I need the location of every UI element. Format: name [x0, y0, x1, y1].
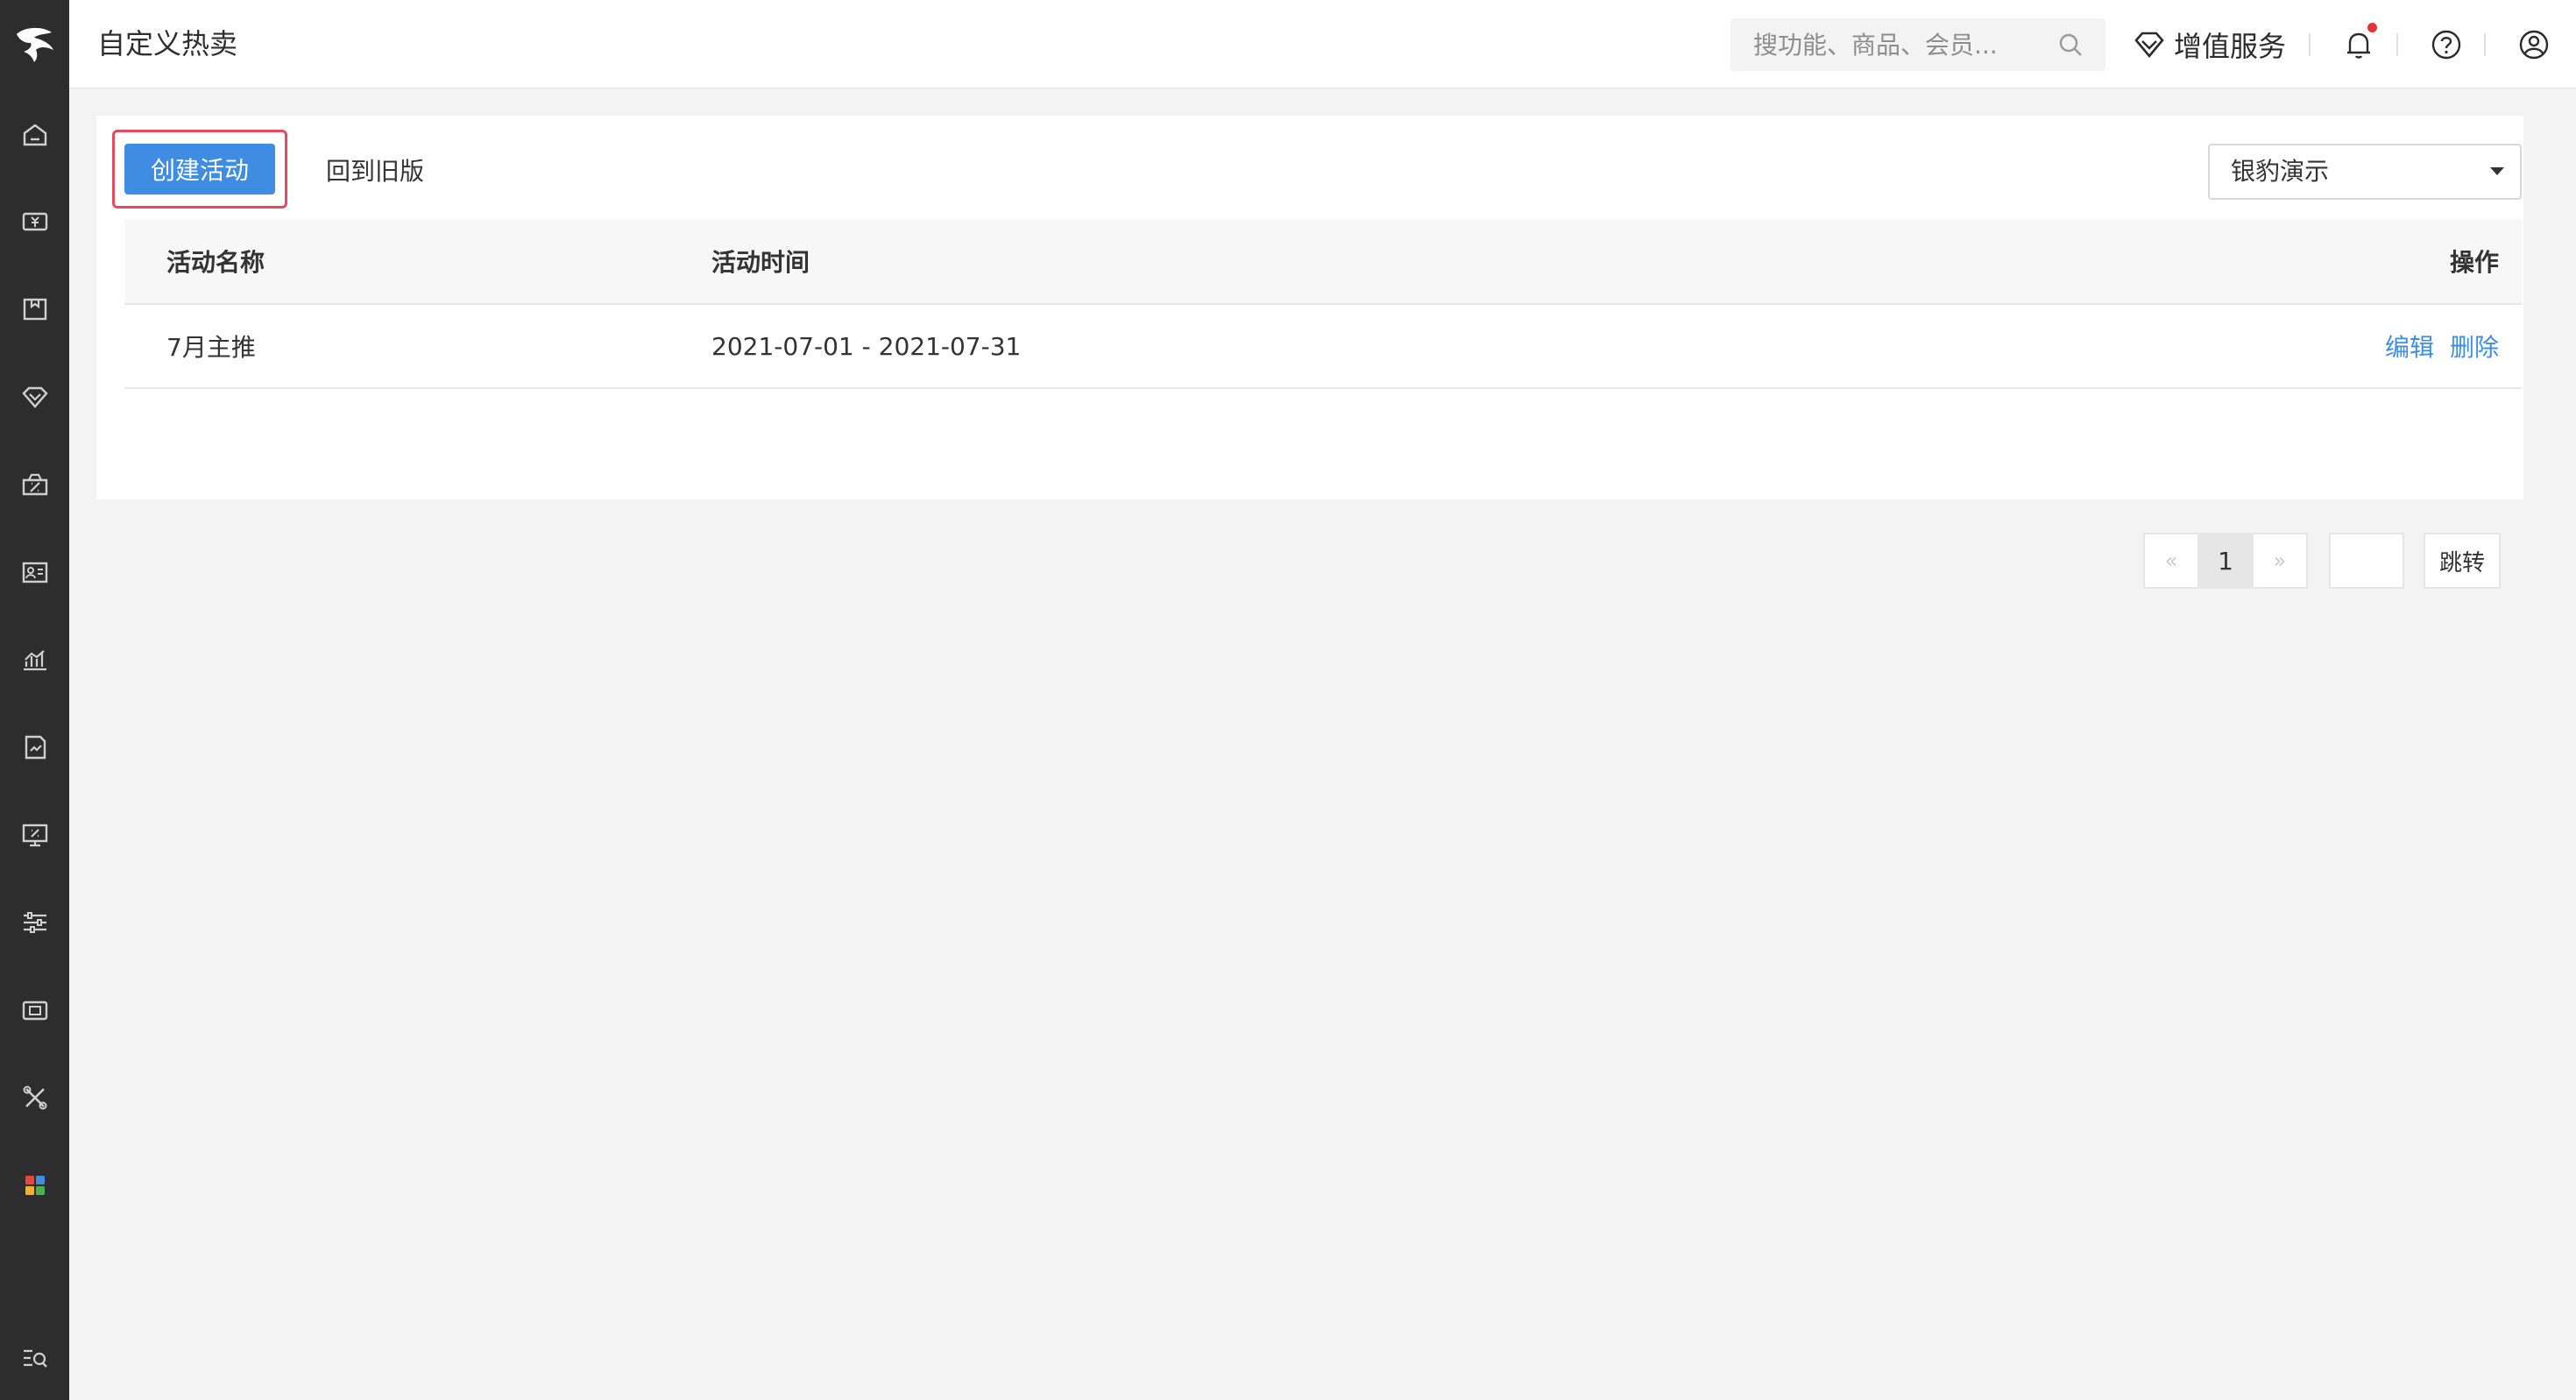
sidebar-item-tools[interactable]: [0, 1063, 69, 1133]
sidebar-item-cashier[interactable]: [0, 187, 69, 257]
sidebar-item-apps[interactable]: [0, 1150, 69, 1220]
sidebar: [0, 0, 69, 1400]
sidebar-item-report[interactable]: [0, 625, 69, 695]
column-header-time: 活动时间: [711, 248, 810, 277]
user-icon: [2519, 30, 2549, 60]
page-1-button[interactable]: 1: [2197, 533, 2254, 589]
device-icon: [22, 1001, 47, 1021]
column-header-name: 活动名称: [166, 248, 265, 277]
search-input[interactable]: [1730, 18, 2046, 71]
activity-time: 2021-07-01 - 2021-07-31: [711, 331, 1022, 361]
goods-icon: [23, 298, 46, 321]
promotion-screen-icon: [22, 824, 47, 847]
store-select-value: 银豹演示: [2231, 157, 2330, 186]
activity-table: 活动名称 活动时间 操作 7月主推 2021-07-01 - 2021-07-3…: [124, 219, 2522, 389]
prev-page-button[interactable]: «: [2143, 533, 2199, 589]
next-page-button[interactable]: »: [2252, 533, 2308, 589]
delete-link[interactable]: 删除: [2450, 329, 2499, 364]
value-added-services-button[interactable]: 增值服务: [2132, 23, 2286, 67]
sidebar-item-staff[interactable]: [0, 537, 69, 607]
help-button[interactable]: [2426, 25, 2466, 65]
sidebar-item-member[interactable]: [0, 362, 69, 432]
notification-button[interactable]: [2339, 23, 2379, 65]
leopard-logo-icon: [16, 27, 53, 62]
search-box[interactable]: [1730, 18, 2105, 71]
staff-icon: [22, 562, 47, 583]
page-jump-input[interactable]: [2329, 533, 2404, 589]
activity-name: 7月主推: [166, 333, 256, 362]
sidebar-item-search-menu[interactable]: [0, 1323, 69, 1393]
back-to-old-version-link[interactable]: 回到旧版: [326, 152, 424, 187]
home-icon: [23, 124, 46, 146]
finance-icon: [25, 735, 46, 760]
create-activity-button[interactable]: 创建活动: [124, 144, 275, 194]
table-row: 7月主推 2021-07-01 - 2021-07-31 编辑 删除: [124, 305, 2522, 389]
member-icon: [21, 386, 48, 408]
cashier-icon: [22, 212, 47, 231]
sidebar-item-marketing[interactable]: [0, 449, 69, 520]
header-divider: [2484, 33, 2486, 56]
column-header-actions: 操作: [2449, 248, 2499, 277]
apps-icon: [25, 1176, 45, 1195]
sidebar-item-goods[interactable]: [0, 274, 69, 344]
header-divider: [2396, 33, 2398, 56]
bell-icon: [2347, 32, 2370, 59]
report-icon: [23, 650, 46, 671]
brand-logo[interactable]: [0, 0, 69, 88]
sidebar-item-home[interactable]: [0, 100, 69, 170]
tools-icon: [23, 1085, 46, 1110]
edit-link[interactable]: 编辑: [2385, 329, 2434, 364]
sidebar-item-settings[interactable]: [0, 887, 69, 958]
account-button[interactable]: [2514, 25, 2554, 65]
search-menu-icon: [23, 1349, 47, 1368]
store-select[interactable]: 银豹演示: [2208, 144, 2522, 200]
settings-sliders-icon: [23, 912, 46, 933]
header-divider: [2309, 33, 2311, 56]
page-title: 自定义热卖: [97, 27, 238, 60]
search-icon[interactable]: [2056, 31, 2084, 59]
value-added-services-label: 增值服务: [2174, 30, 2287, 63]
diamond-icon: [2134, 32, 2164, 59]
sidebar-item-device[interactable]: [0, 975, 69, 1045]
top-header: 自定义热卖 增值服务: [69, 0, 2576, 88]
table-header: 活动名称 活动时间 操作: [124, 219, 2522, 305]
main-panel: 创建活动 回到旧版 银豹演示 活动名称 活动时间 操作 7月主推 2021-07…: [96, 116, 2523, 589]
sidebar-item-promotion-screen[interactable]: [0, 800, 69, 870]
caret-down-icon: [2490, 167, 2504, 175]
row-actions: 编辑 删除: [2369, 305, 2499, 387]
marketing-icon: [22, 473, 47, 496]
sidebar-item-finance[interactable]: [0, 712, 69, 782]
page-jump-button[interactable]: 跳转: [2424, 533, 2501, 589]
notification-dot: [2367, 23, 2377, 32]
help-icon: [2431, 30, 2461, 60]
